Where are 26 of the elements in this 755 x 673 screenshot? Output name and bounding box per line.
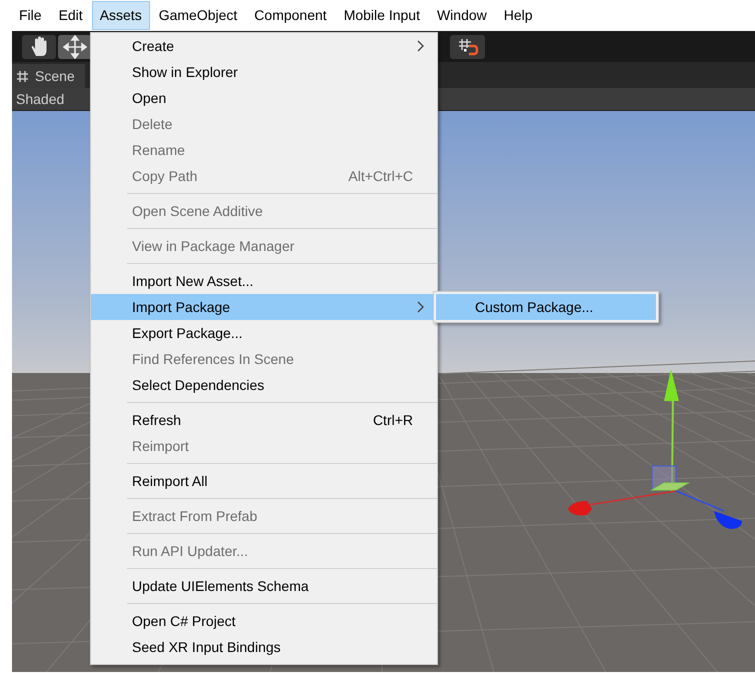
- menu-bar-item[interactable]: Edit: [50, 1, 91, 30]
- menu-bar-item[interactable]: Mobile Input: [336, 1, 428, 30]
- menu-bar-item[interactable]: Assets: [92, 1, 150, 30]
- draw-mode-dropdown[interactable]: Shaded: [16, 91, 64, 107]
- menu-item[interactable]: Import New Asset...: [91, 268, 437, 294]
- menu-item[interactable]: Seed XR Input Bindings: [91, 634, 437, 660]
- menu-item[interactable]: Show in Explorer: [91, 59, 437, 85]
- menu-item[interactable]: Open: [91, 85, 437, 111]
- scene-tab[interactable]: Scene: [12, 64, 85, 88]
- tool-button[interactable]: [22, 34, 56, 58]
- tool-button[interactable]: [58, 34, 92, 58]
- menu-item[interactable]: Select Dependencies: [91, 372, 437, 398]
- menu-item[interactable]: Update UIElements Schema: [91, 573, 437, 599]
- menu-bar-item[interactable]: GameObject: [150, 1, 246, 30]
- move-arrows-icon: [63, 34, 87, 58]
- menu-item[interactable]: Refresh Ctrl+R: [91, 407, 437, 433]
- grid-snap-button[interactable]: [450, 34, 485, 58]
- menu-item[interactable]: Export Package...: [91, 320, 437, 346]
- menu-bar-item[interactable]: Window: [428, 1, 495, 30]
- menu-item[interactable]: Reimport All: [91, 468, 437, 494]
- menu-item[interactable]: Custom Package...: [436, 294, 656, 320]
- menu-bar-item[interactable]: Component: [246, 1, 335, 30]
- grid-icon: [16, 70, 29, 82]
- menu-bar-item[interactable]: File: [11, 1, 50, 30]
- menu-bar-item[interactable]: Help: [496, 1, 541, 30]
- menu-item[interactable]: Open C# Project: [91, 608, 437, 634]
